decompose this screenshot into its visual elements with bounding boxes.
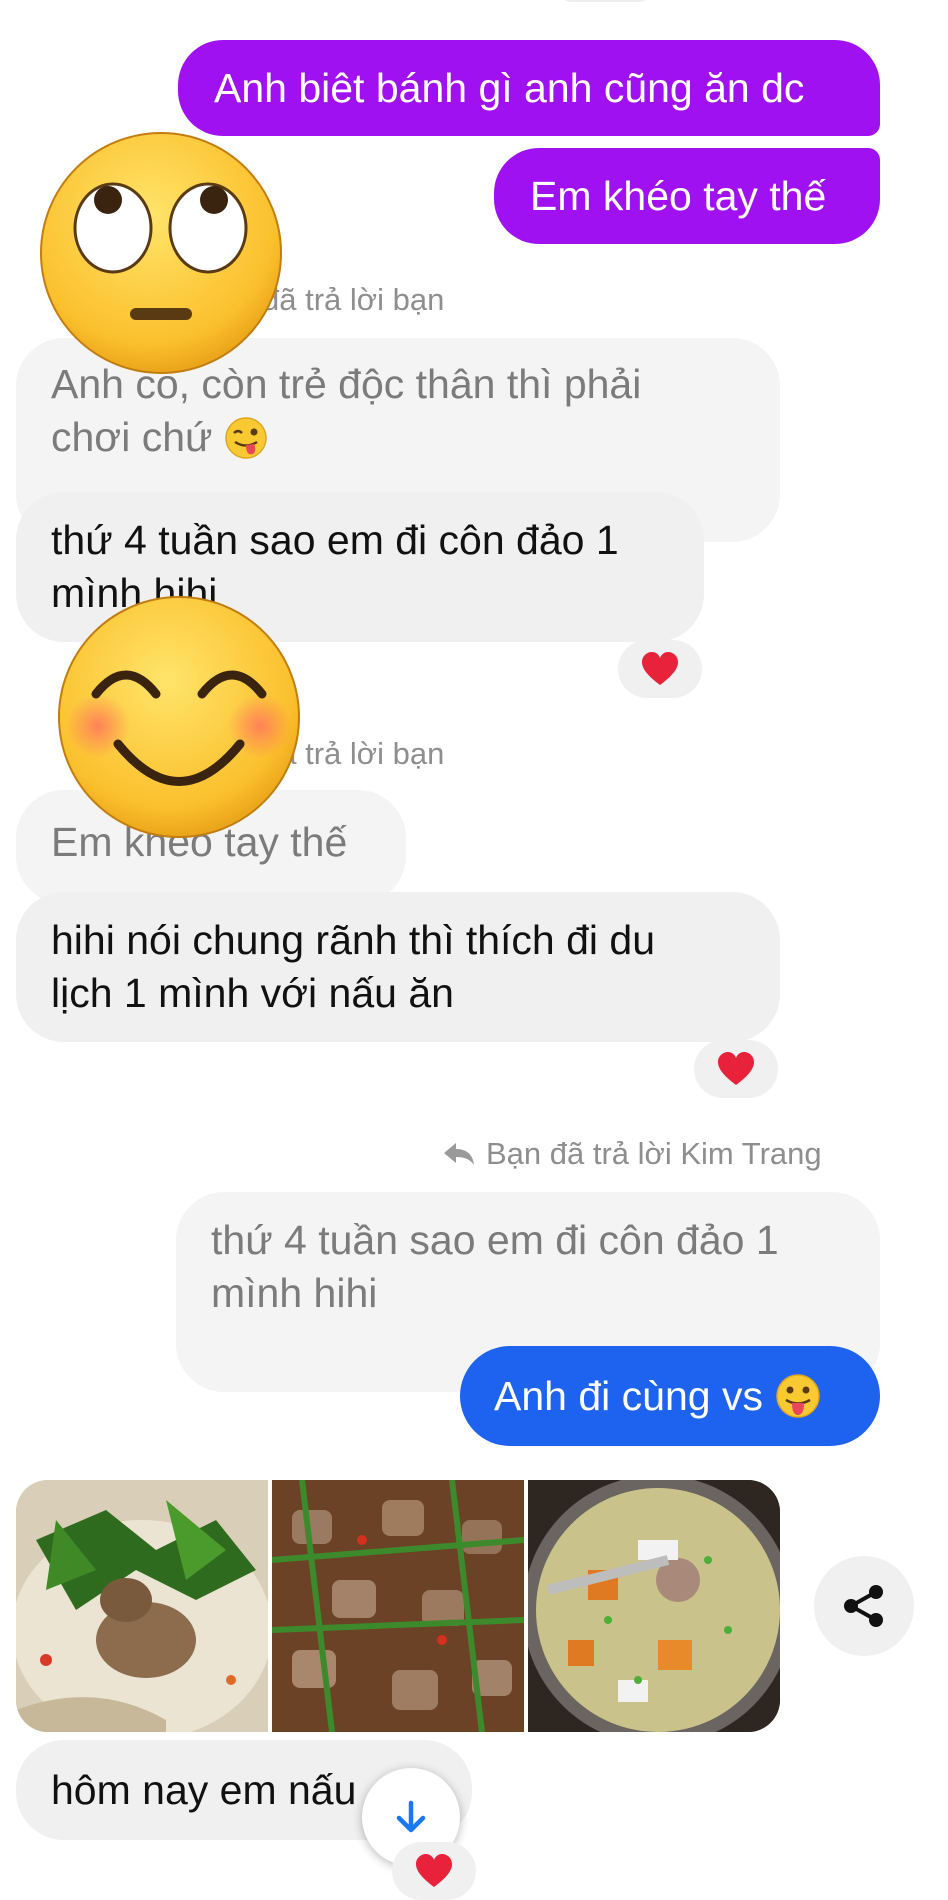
reply-arrow-icon	[444, 1143, 474, 1165]
quoted-line: mình hihi	[211, 1270, 378, 1316]
top-partial-bubble	[560, 0, 650, 2]
sent-message[interactable]: Anh biêt bánh gì anh cũng ăn dc	[178, 40, 880, 136]
food-photo-graphic	[528, 1480, 780, 1732]
share-button[interactable]	[814, 1556, 914, 1656]
reaction-badge[interactable]	[694, 1040, 778, 1098]
message-line: hihi nói chung rãnh thì thích đi du	[51, 917, 656, 963]
food-photo-graphic	[272, 1480, 524, 1732]
quoted-line: thứ 4 tuần sao em đi côn đảo 1	[211, 1217, 779, 1263]
reply-note-text: đã trả lời bạn	[262, 282, 445, 317]
message-line: thứ 4 tuần sao em đi côn đảo 1	[51, 517, 619, 563]
received-message[interactable]: hihi nói chung rãnh thì thích đi du lịch…	[16, 892, 780, 1042]
heart-icon	[416, 1854, 452, 1887]
food-photo[interactable]	[528, 1480, 780, 1732]
arrow-down-icon	[396, 1800, 426, 1833]
message-text: Anh đi cùng vs	[494, 1372, 763, 1419]
heart-icon	[718, 1052, 754, 1085]
message-text: Anh biêt bánh gì anh cũng ăn dc	[214, 64, 805, 111]
share-icon	[844, 1585, 883, 1627]
quoted-line: chơi chứ	[51, 411, 745, 464]
sent-message[interactable]: Anh đi cùng vs	[460, 1346, 880, 1446]
emoji-winking-tongue	[225, 416, 268, 459]
sent-message[interactable]: Em khéo tay thế	[494, 148, 880, 244]
heart-icon	[642, 652, 678, 685]
message-line: lịch 1 mình với nấu ăn	[51, 970, 454, 1016]
reaction-badge[interactable]	[392, 1842, 476, 1900]
reaction-badge[interactable]	[618, 640, 702, 698]
reply-note: Bạn đã trả lời Kim Trang	[442, 1136, 822, 1172]
quoted-text: chơi chứ	[51, 414, 213, 460]
message-text: Em khéo tay thế	[530, 172, 827, 219]
emoji-smiling-blush	[58, 596, 300, 838]
reply-note-text: Bạn đã trả lời Kim Trang	[486, 1136, 822, 1171]
food-photo-graphic	[16, 1480, 268, 1732]
food-photo[interactable]	[272, 1480, 524, 1732]
emoji-rolling-eyes	[40, 132, 282, 374]
food-photo[interactable]	[16, 1480, 268, 1732]
reply-note: đã trả lời bạn	[262, 282, 444, 318]
emoji-tongue-out	[776, 1374, 820, 1418]
